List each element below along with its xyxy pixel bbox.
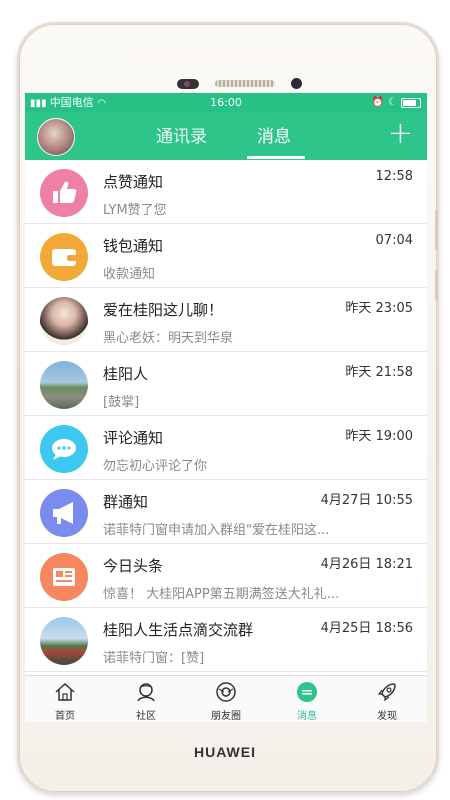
- item-title: 评论通知: [103, 429, 164, 447]
- item-time: 4月26日 18:21: [320, 557, 413, 572]
- item-preview: 诺菲特门窗：[赞]: [103, 651, 205, 666]
- volume-button: [435, 210, 438, 250]
- bottom-tab-bar: 首页 社区 朋友圈 消息 发现: [25, 675, 427, 722]
- comment-icon: [40, 425, 88, 473]
- tab-community[interactable]: 社区: [111, 676, 181, 722]
- item-preview: [鼓掌]: [103, 395, 140, 410]
- item-time: 12:58: [375, 169, 413, 184]
- front-camera: [291, 78, 302, 89]
- status-bar: ▮▮▮ 中国电信 ◠ 16:00 ⏰ ☾: [25, 93, 427, 112]
- message-icon: [297, 682, 317, 702]
- newspaper-icon: [40, 553, 88, 601]
- item-title: 群通知: [103, 493, 149, 511]
- avatar[interactable]: [37, 118, 75, 156]
- list-item[interactable]: 今日头条 惊喜！ 大桂阳APP第五期满签送大礼礼... 4月26日 18:21: [25, 544, 427, 608]
- thumbs-up-icon: [40, 169, 88, 217]
- alarm-icon: ⏰: [371, 97, 385, 108]
- list-item[interactable]: 钱包通知 收款通知 07:04: [25, 224, 427, 288]
- item-time: 4月27日 10:55: [320, 493, 413, 508]
- item-title: 爱在桂阳这儿聊！: [103, 301, 224, 319]
- item-title: 桂阳人: [103, 365, 149, 383]
- item-title: 点赞通知: [103, 173, 164, 191]
- tab-moments[interactable]: 朋友圈: [191, 676, 261, 722]
- megaphone-icon: [40, 489, 88, 537]
- item-time: 昨天 21:58: [345, 365, 413, 380]
- item-title: 桂阳人生活点滴交流群: [103, 621, 254, 639]
- city-photo: [40, 361, 88, 409]
- list-item[interactable]: 群通知 诺菲特门窗申请加入群组"爱在桂阳这... 4月27日 10:55: [25, 480, 427, 544]
- wallet-icon: [40, 233, 88, 281]
- item-preview: LYM赞了您: [103, 203, 167, 218]
- item-time: 昨天 19:00: [345, 429, 413, 444]
- item-time: 昨天 23:05: [345, 301, 413, 316]
- power-button: [435, 270, 438, 300]
- item-preview: 黑心老妖：明天到华泉: [103, 331, 234, 346]
- avatar-photo: [40, 297, 88, 345]
- tab-messages-bottom[interactable]: 消息: [272, 676, 342, 722]
- list-item[interactable]: 点赞通知 LYM赞了您 12:58: [25, 160, 427, 224]
- rocket-icon: [377, 683, 396, 702]
- item-time: 07:04: [375, 233, 413, 248]
- list-item[interactable]: 桂阳人生活点滴交流群 诺菲特门窗：[赞] 4月25日 18:56: [25, 608, 427, 672]
- item-preview: 收款通知: [103, 267, 156, 282]
- item-preview: 勿忘初心评论了你: [103, 459, 208, 474]
- list-item[interactable]: 桂阳人 [鼓掌] 昨天 21:58: [25, 352, 427, 416]
- item-title: 钱包通知: [103, 237, 164, 255]
- item-title: 今日头条: [103, 557, 164, 575]
- battery-icon: [401, 97, 421, 108]
- moon-icon: ☾: [388, 97, 397, 108]
- moments-icon: [216, 682, 236, 702]
- list-item[interactable]: 评论通知 勿忘初心评论了你 昨天 19:00: [25, 416, 427, 480]
- add-button[interactable]: +: [388, 117, 413, 151]
- tab-discover[interactable]: 发现: [352, 676, 422, 722]
- brand-logo: HUAWEI: [194, 744, 256, 760]
- tab-contacts[interactable]: 通讯录: [156, 122, 207, 147]
- list-item[interactable]: 爱在桂阳这儿聊！ 黑心老妖：明天到华泉 昨天 23:05: [25, 288, 427, 352]
- landscape-photo: [40, 617, 88, 665]
- item-preview: 惊喜！ 大桂阳APP第五期满签送大礼礼...: [103, 587, 340, 602]
- earpiece-speaker: [215, 80, 275, 87]
- item-preview: 诺菲特门窗申请加入群组"爱在桂阳这...: [103, 523, 330, 538]
- status-time: 16:00: [210, 96, 242, 109]
- home-icon: [55, 682, 75, 701]
- front-sensor: [177, 79, 199, 89]
- app-screen: ▮▮▮ 中国电信 ◠ 16:00 ⏰ ☾ 通讯录 消息 + 点赞通知 LYM赞了…: [25, 93, 427, 722]
- tab-home[interactable]: 首页: [30, 676, 100, 722]
- top-nav: 通讯录 消息 +: [25, 112, 427, 160]
- tab-messages[interactable]: 消息: [257, 122, 291, 147]
- item-time: 4月25日 18:56: [320, 621, 413, 636]
- community-icon: [137, 683, 155, 702]
- active-tab-indicator: [247, 156, 305, 159]
